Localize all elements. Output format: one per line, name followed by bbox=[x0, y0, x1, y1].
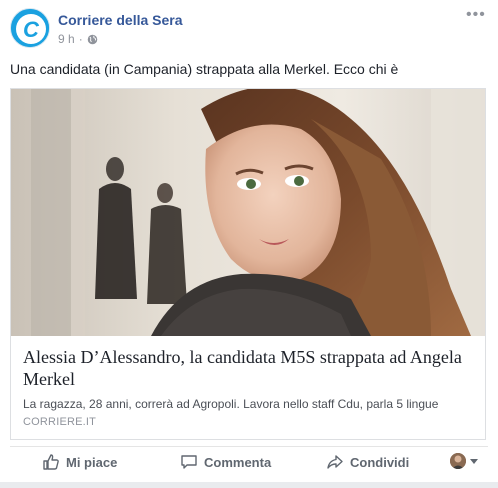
user-avatar bbox=[450, 453, 466, 469]
link-preview-body[interactable]: Alessia D’Alessandro, la candidata M5S s… bbox=[11, 336, 485, 439]
chevron-down-icon bbox=[470, 458, 478, 464]
page-avatar[interactable]: C bbox=[10, 8, 50, 48]
comment-label: Commenta bbox=[204, 454, 272, 470]
comment-button[interactable]: Commenta bbox=[180, 453, 271, 471]
meta-separator: · bbox=[78, 32, 83, 46]
like-label: Mi piace bbox=[66, 454, 118, 470]
thumbs-up-icon bbox=[43, 454, 59, 470]
more-horizontal-icon[interactable]: ••• bbox=[466, 7, 485, 24]
page-name-link[interactable]: Corriere della Sera bbox=[58, 12, 183, 28]
link-domain: CORRIERE.IT bbox=[23, 416, 97, 428]
link-title[interactable]: Alessia D’Alessandro, la candidata M5S s… bbox=[23, 346, 473, 390]
post-meta: 9 h · bbox=[58, 32, 98, 46]
share-button[interactable]: Condividi bbox=[326, 453, 409, 471]
globe-icon[interactable] bbox=[87, 34, 98, 45]
link-preview-card[interactable]: Alessia D’Alessandro, la candidata M5S s… bbox=[10, 88, 486, 440]
post-header: C Corriere della Sera 9 h · ••• bbox=[10, 7, 488, 52]
reaction-identity-selector[interactable] bbox=[450, 453, 478, 469]
like-button[interactable]: Mi piace bbox=[42, 453, 117, 471]
post-message: Una candidata (in Campania) strappata al… bbox=[10, 61, 399, 77]
corriere-logo-icon: C bbox=[11, 9, 49, 47]
comment-icon bbox=[181, 455, 197, 469]
link-description: La ragazza, 28 anni, correrà ad Agropoli… bbox=[23, 397, 439, 411]
link-preview-image[interactable] bbox=[11, 89, 485, 336]
post-time[interactable]: 9 h bbox=[58, 32, 75, 46]
svg-text:C: C bbox=[23, 17, 40, 42]
share-arrow-icon bbox=[327, 455, 343, 469]
facebook-post: C Corriere della Sera 9 h · ••• Una cand… bbox=[0, 0, 498, 488]
post-actions-bar: Mi piace Commenta Condividi bbox=[10, 446, 488, 476]
post-divider bbox=[0, 482, 498, 488]
share-label: Condividi bbox=[350, 454, 410, 470]
